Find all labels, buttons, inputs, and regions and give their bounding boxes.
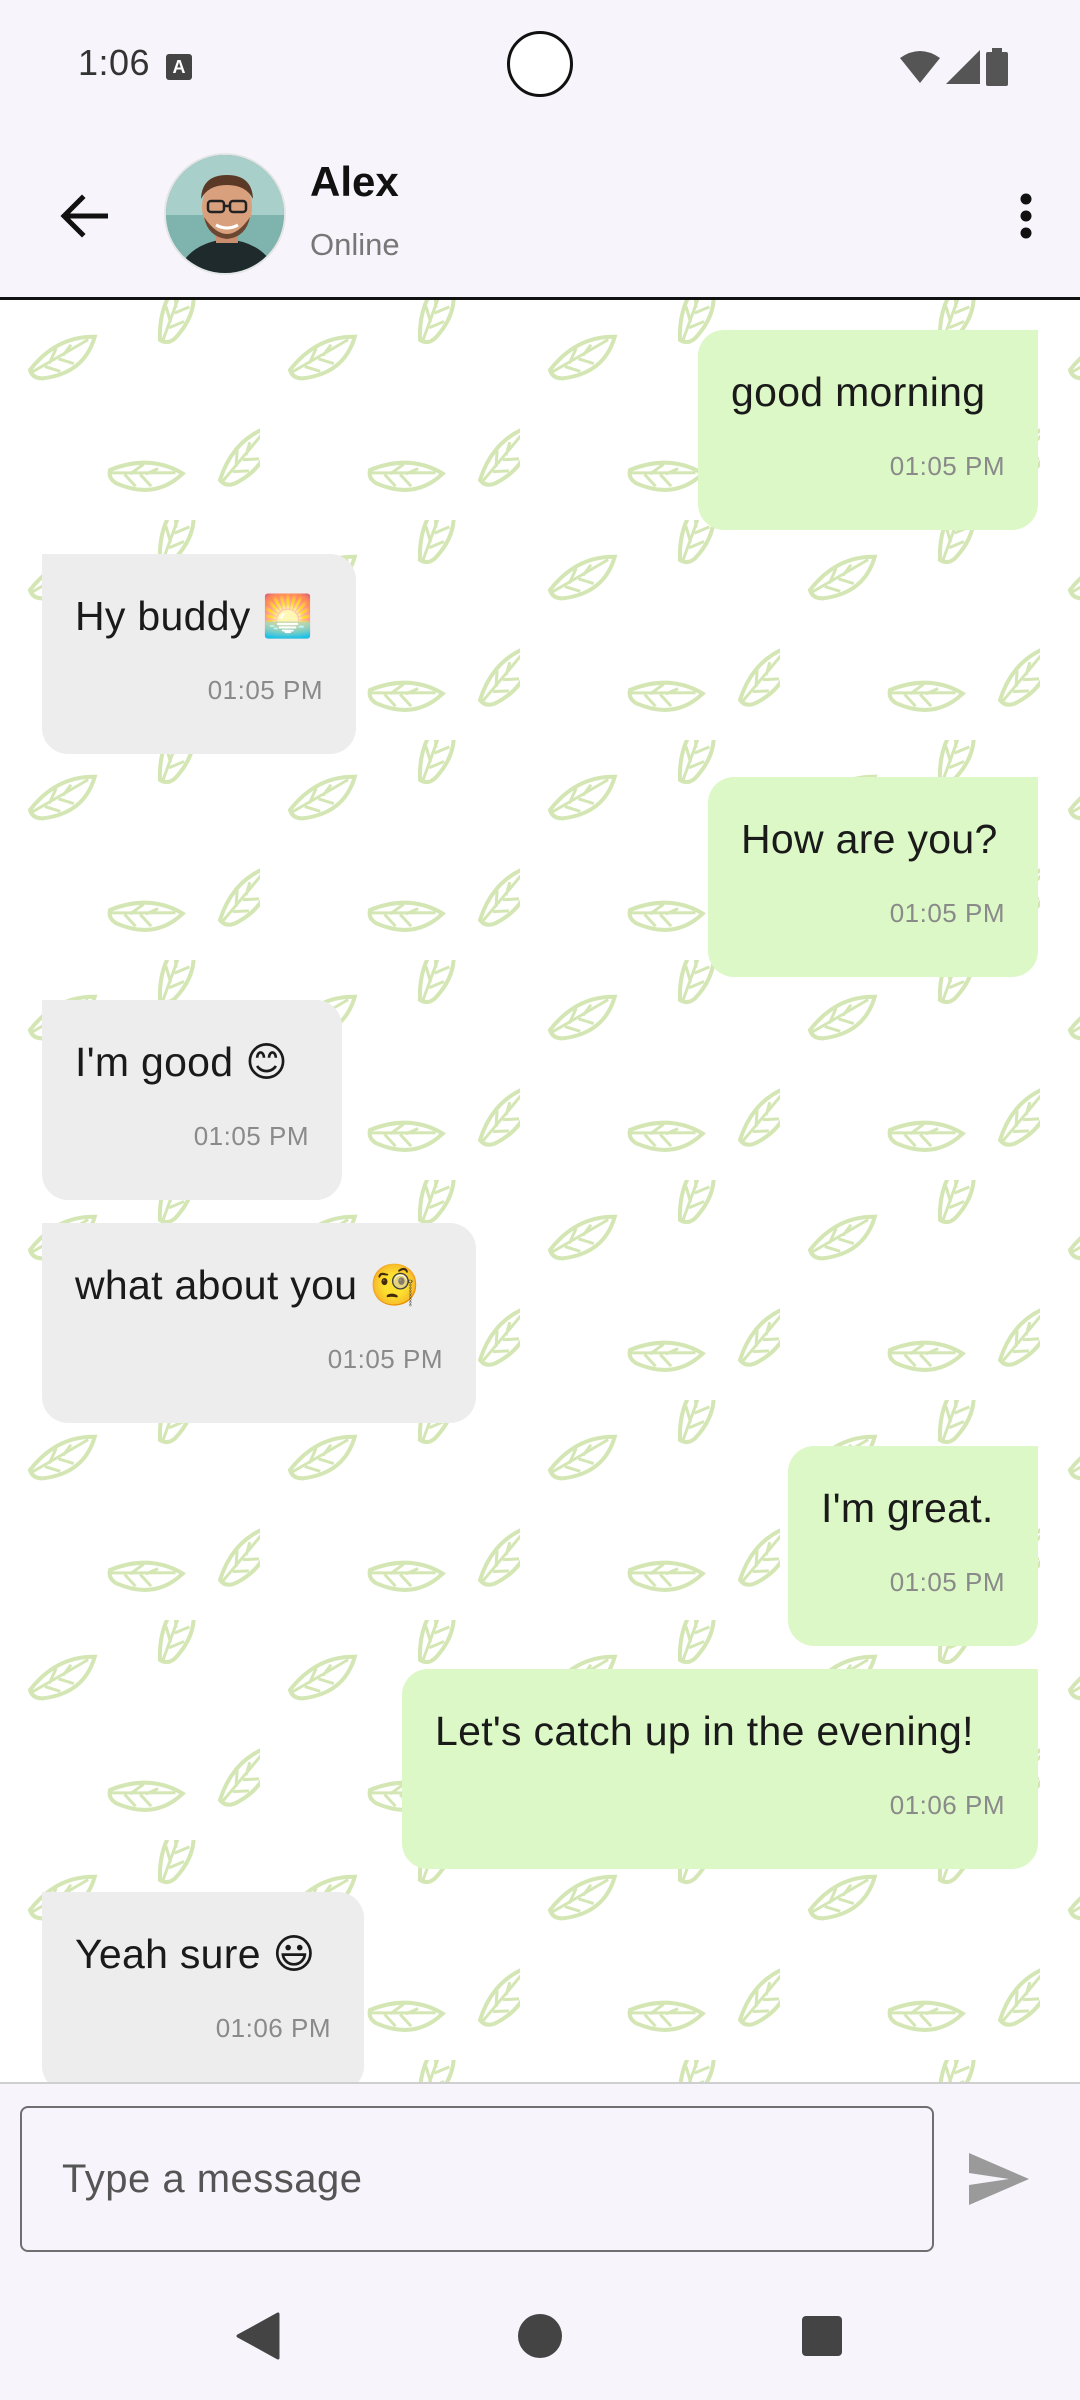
message-time: 01:05 PM bbox=[889, 1567, 1005, 1597]
send-button[interactable] bbox=[962, 2142, 1036, 2216]
message-text: good morning bbox=[731, 369, 986, 415]
message-bubble-incoming[interactable]: Hy buddy 🌅 01:05 PM bbox=[42, 554, 356, 754]
message-bubble-outgoing[interactable]: I'm great. 01:05 PM bbox=[788, 1446, 1038, 1646]
message-time: 01:06 PM bbox=[889, 1790, 1005, 1820]
contact-name[interactable]: Alex bbox=[310, 158, 399, 206]
composer-bar bbox=[0, 2082, 1080, 2272]
message-time: 01:06 PM bbox=[215, 2013, 331, 2043]
message-text: I'm good 😊 bbox=[75, 1039, 289, 1085]
message-bubble-outgoing[interactable]: How are you? 01:05 PM bbox=[708, 777, 1038, 977]
more-options-button[interactable] bbox=[996, 176, 1056, 256]
status-time: 1:06 bbox=[78, 42, 151, 83]
message-bubble-outgoing[interactable]: good morning 01:05 PM bbox=[698, 330, 1038, 530]
battery-icon bbox=[986, 48, 1008, 86]
message-time: 01:05 PM bbox=[889, 898, 1005, 928]
message-time: 01:05 PM bbox=[327, 1344, 443, 1374]
message-bubble-incoming[interactable]: I'm good 😊 01:05 PM bbox=[42, 1000, 342, 1200]
message-text: what about you 🧐 bbox=[75, 1262, 421, 1308]
message-text: I'm great. bbox=[821, 1485, 994, 1531]
a-icon: A bbox=[166, 54, 192, 80]
contact-status: Online bbox=[310, 227, 400, 262]
message-bubble-incoming[interactable]: Yeah sure 😃 01:06 PM bbox=[42, 1892, 364, 2082]
message-time: 01:05 PM bbox=[889, 451, 1005, 481]
message-text: Hy buddy 🌅 bbox=[75, 593, 314, 639]
camera-cutout bbox=[507, 31, 573, 97]
chat-area[interactable]: good morning 01:05 PM Hy buddy 🌅 01:05 P… bbox=[0, 300, 1080, 2082]
nav-back-icon bbox=[236, 2312, 280, 2360]
arrow-left-icon bbox=[60, 194, 108, 238]
wifi-icon bbox=[900, 51, 940, 83]
nav-recents-icon bbox=[802, 2316, 842, 2356]
status-bar: 1:06 A bbox=[0, 0, 1080, 132]
avatar[interactable] bbox=[164, 153, 286, 275]
signal-icon bbox=[946, 50, 980, 84]
message-time: 01:05 PM bbox=[193, 1121, 309, 1151]
message-bubble-incoming[interactable]: what about you 🧐 01:05 PM bbox=[42, 1223, 476, 1423]
send-icon bbox=[969, 2153, 1029, 2205]
system-nav-bar bbox=[0, 2272, 1080, 2400]
nav-recents-button[interactable] bbox=[780, 2294, 864, 2378]
message-text: Yeah sure 😃 bbox=[75, 1931, 316, 1977]
message-input[interactable] bbox=[20, 2106, 934, 2252]
nav-home-icon bbox=[518, 2314, 562, 2358]
nav-back-button[interactable] bbox=[216, 2294, 300, 2378]
chat-header: Alex Online bbox=[0, 132, 1080, 300]
message-bubble-outgoing[interactable]: Let's catch up in the evening! 01:06 PM bbox=[402, 1669, 1038, 1869]
message-text: How are you? bbox=[741, 816, 998, 862]
more-vertical-icon bbox=[1020, 193, 1032, 239]
avatar-image bbox=[166, 155, 284, 273]
nav-home-button[interactable] bbox=[498, 2294, 582, 2378]
back-button[interactable] bbox=[48, 180, 120, 252]
message-text: Let's catch up in the evening! bbox=[435, 1708, 974, 1754]
message-time: 01:05 PM bbox=[207, 675, 323, 705]
status-icons bbox=[900, 48, 1008, 86]
